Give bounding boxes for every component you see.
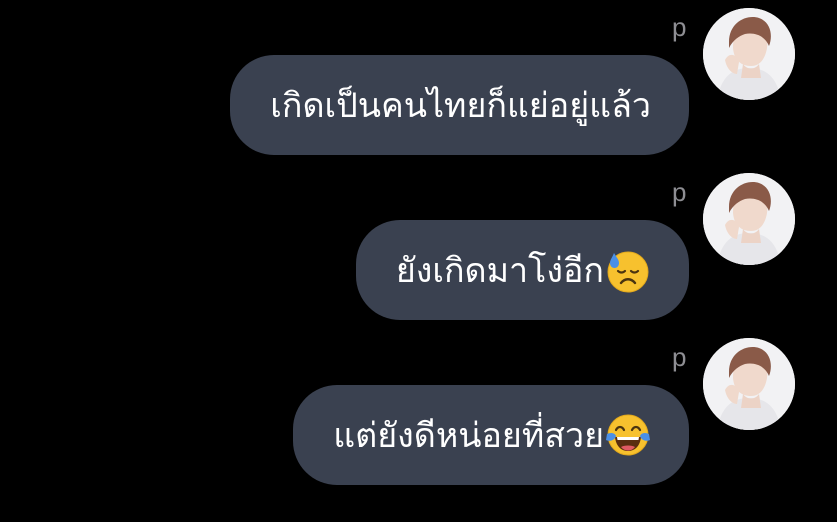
message-bubble[interactable]: แต่ยังดีหน่อยที่สวย — [293, 385, 689, 485]
message-row: p ยังเกิดมาโง่อีก — [0, 165, 837, 320]
sender-name: p — [672, 12, 687, 42]
sender-name: p — [672, 177, 687, 207]
sender-name: p — [672, 342, 687, 372]
message-row: p เกิดเป็นคนไทยก็แย่อยู่แล้ว — [0, 0, 837, 155]
avatar[interactable] — [703, 338, 795, 430]
face-with-tears-of-joy-icon — [606, 414, 650, 456]
avatar-photo-icon — [703, 338, 795, 430]
downcast-face-with-sweat-icon — [607, 251, 649, 293]
message-text: เกิดเป็นคนไทยก็แย่อยู่แล้ว — [270, 86, 651, 126]
message-bubble[interactable]: ยังเกิดมาโง่อีก — [355, 220, 689, 320]
message-bubble[interactable]: เกิดเป็นคนไทยก็แย่อยู่แล้ว — [230, 55, 689, 155]
avatar-photo-icon — [703, 173, 795, 265]
avatar[interactable] — [703, 173, 795, 265]
message-text: ยังเกิดมาโง่อีก — [395, 251, 604, 291]
avatar-photo-icon — [703, 8, 795, 100]
message-row: p แต่ยังดีหน่อยที่สวย — [0, 330, 837, 485]
message-text: แต่ยังดีหน่อยที่สวย — [333, 416, 604, 456]
avatar[interactable] — [703, 8, 795, 100]
